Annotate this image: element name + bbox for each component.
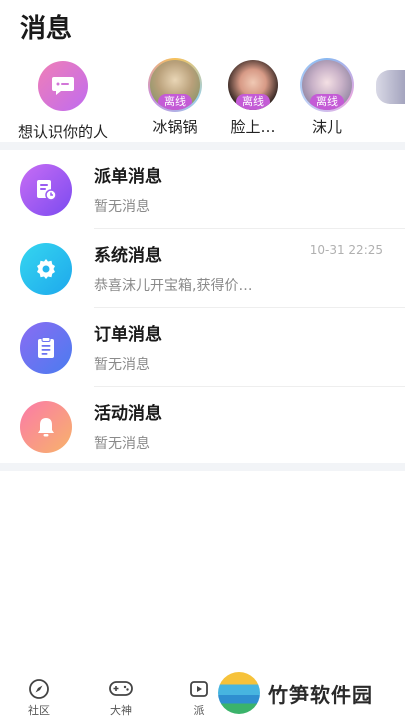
gamepad-icon xyxy=(109,681,133,696)
message-title: 派单消息 xyxy=(94,167,162,187)
contact-name: 沫儿 xyxy=(311,118,342,136)
status-badge: 离线 xyxy=(236,94,270,110)
play-icon xyxy=(190,681,208,697)
tab-label: 大神 xyxy=(110,704,132,717)
tab-dispatch[interactable]: 派 xyxy=(188,678,210,718)
message-item-order[interactable]: 订单消息 暂无消息 xyxy=(0,308,405,387)
message-preview: 暂无消息 xyxy=(94,436,150,452)
tab-community[interactable]: 社区 xyxy=(28,678,50,718)
message-preview: 暂无消息 xyxy=(94,357,150,373)
bamboo-logo-icon xyxy=(218,672,260,714)
avatar-frame: 离线 xyxy=(300,58,354,112)
avatar: 离线 xyxy=(302,60,352,110)
message-item-system[interactable]: 系统消息 10-31 22:25 恭喜沫儿开宝箱,获得价… xyxy=(0,229,405,308)
status-badge: 离线 xyxy=(310,94,344,110)
contact-item[interactable]: 离线 冰锅锅 xyxy=(148,58,202,137)
avatar: 离线 xyxy=(228,60,278,110)
avatar[interactable] xyxy=(376,70,405,104)
message-title: 活动消息 xyxy=(94,404,162,424)
dispatch-doc-icon xyxy=(20,164,72,216)
tab-label: 社区 xyxy=(28,704,50,717)
section-divider xyxy=(0,463,405,471)
gear-icon xyxy=(20,243,72,295)
status-badge: 离线 xyxy=(158,94,192,110)
message-list: 派单消息 暂无消息 系统消息 10-31 22:25 恭喜沫儿开宝箱,获得价… xyxy=(0,150,405,466)
tab-label: 派 xyxy=(193,704,205,717)
message-preview: 暂无消息 xyxy=(94,199,150,215)
avatar-frame: 离线 xyxy=(226,58,280,112)
message-item-activity[interactable]: 活动消息 暂无消息 xyxy=(0,387,405,466)
message-title: 系统消息 xyxy=(94,246,162,266)
message-time: 10-31 22:25 xyxy=(309,243,383,257)
chat-bubble-icon xyxy=(38,61,88,111)
contacts-row: 想认识你的人 离线 冰锅锅 离线 脸上… 离线 沫儿 xyxy=(0,58,405,141)
contact-name: 冰锅锅 xyxy=(152,118,198,136)
section-divider xyxy=(0,142,405,150)
avatar-frame: 离线 xyxy=(148,58,202,112)
page-title: 消息 xyxy=(20,14,73,44)
contact-name: 脸上… xyxy=(230,118,276,136)
message-title: 订单消息 xyxy=(94,325,162,345)
contact-item[interactable]: 离线 脸上… xyxy=(226,58,280,137)
contact-item[interactable]: 离线 沫儿 xyxy=(300,58,354,137)
avatar: 离线 xyxy=(150,60,200,110)
message-item-dispatch[interactable]: 派单消息 暂无消息 xyxy=(0,150,405,229)
watermark-text: 竹笋软件园 xyxy=(268,682,373,707)
bell-icon xyxy=(20,401,72,453)
watermark: 竹笋软件园 xyxy=(218,672,373,714)
tab-master[interactable]: 大神 xyxy=(108,678,134,718)
clipboard-icon xyxy=(20,322,72,374)
compass-icon xyxy=(29,679,49,699)
message-preview: 恭喜沫儿开宝箱,获得价… xyxy=(94,278,253,294)
meet-people-label: 想认识你的人 xyxy=(18,123,109,141)
meet-people-entry[interactable]: 想认识你的人 xyxy=(18,58,108,142)
